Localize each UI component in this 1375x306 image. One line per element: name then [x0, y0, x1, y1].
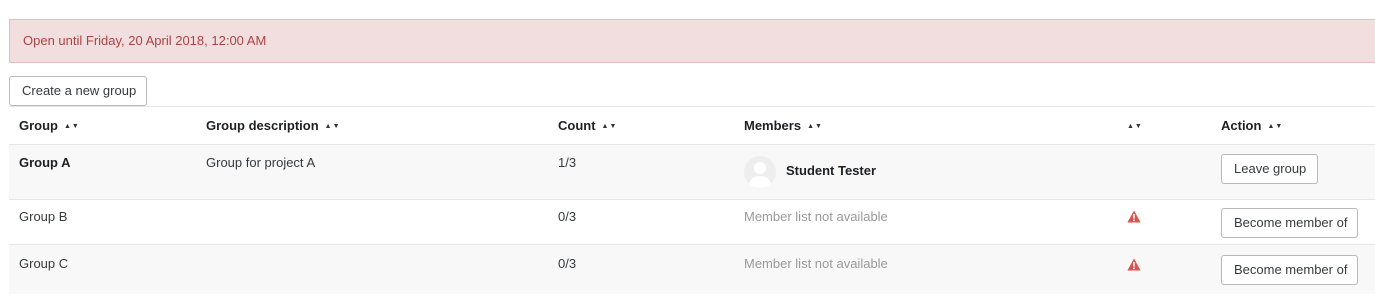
column-header-count[interactable]: Count ▲▼ — [558, 118, 617, 133]
column-header-members[interactable]: Members ▲▼ — [744, 118, 823, 133]
group-count: 0/3 — [558, 256, 577, 271]
availability-alert-text: Open until Friday, 20 April 2018, 12:00 … — [23, 33, 267, 48]
group-name: Group B — [19, 209, 68, 224]
column-header-count-label: Count — [558, 118, 596, 133]
group-choice-page: Open until Friday, 20 April 2018, 12:00 … — [0, 0, 1375, 306]
group-count: 1/3 — [558, 155, 577, 170]
sort-icon[interactable]: ▲▼ — [325, 123, 341, 130]
warning-icon — [1127, 258, 1141, 271]
availability-alert: Open until Friday, 20 April 2018, 12:00 … — [9, 19, 1375, 63]
group-description: Group for project A — [206, 155, 316, 170]
table-header-row: Group ▲▼ Group description ▲▼ Count ▲▼ Memb… — [9, 106, 1375, 144]
leave-group-button[interactable]: Leave group — [1221, 154, 1318, 184]
column-header-status[interactable]: ▲▼ — [1127, 118, 1143, 133]
column-header-description[interactable]: Group description ▲▼ — [206, 118, 341, 133]
warning-icon — [1127, 210, 1141, 223]
sort-icon[interactable]: ▲▼ — [1267, 123, 1283, 130]
become-member-button[interactable]: Become member of — [1221, 255, 1358, 285]
column-header-members-label: Members — [744, 118, 802, 133]
column-header-group-label: Group — [19, 118, 58, 133]
sort-icon[interactable]: ▲▼ — [1127, 123, 1143, 130]
column-header-action-label: Action — [1221, 118, 1262, 133]
avatar-body-shape — [749, 176, 771, 188]
members-unavailable-text: Member list not available — [744, 209, 888, 224]
table-row: Group B 0/3 Member list not available Be… — [9, 199, 1375, 244]
group-name: Group C — [19, 256, 69, 271]
avatar-head-shape — [754, 162, 766, 174]
table-row: Group C 0/3 Member list not available Be… — [9, 244, 1375, 294]
sort-icon[interactable]: ▲▼ — [64, 123, 80, 130]
group-count: 0/3 — [558, 209, 577, 224]
group-name: Group A — [19, 155, 71, 170]
member-name[interactable]: Student Tester — [786, 163, 876, 178]
column-header-group[interactable]: Group ▲▼ — [19, 118, 80, 133]
table-row: Group A Group for project A 1/3 Student … — [9, 144, 1375, 199]
column-header-description-label: Group description — [206, 118, 319, 133]
create-group-button[interactable]: Create a new group — [9, 76, 147, 106]
members-unavailable-text: Member list not available — [744, 256, 888, 271]
sort-icon[interactable]: ▲▼ — [807, 123, 823, 130]
avatar[interactable] — [744, 156, 776, 188]
become-member-button[interactable]: Become member of — [1221, 208, 1358, 238]
column-header-action[interactable]: Action ▲▼ — [1221, 118, 1283, 133]
sort-icon[interactable]: ▲▼ — [602, 123, 618, 130]
